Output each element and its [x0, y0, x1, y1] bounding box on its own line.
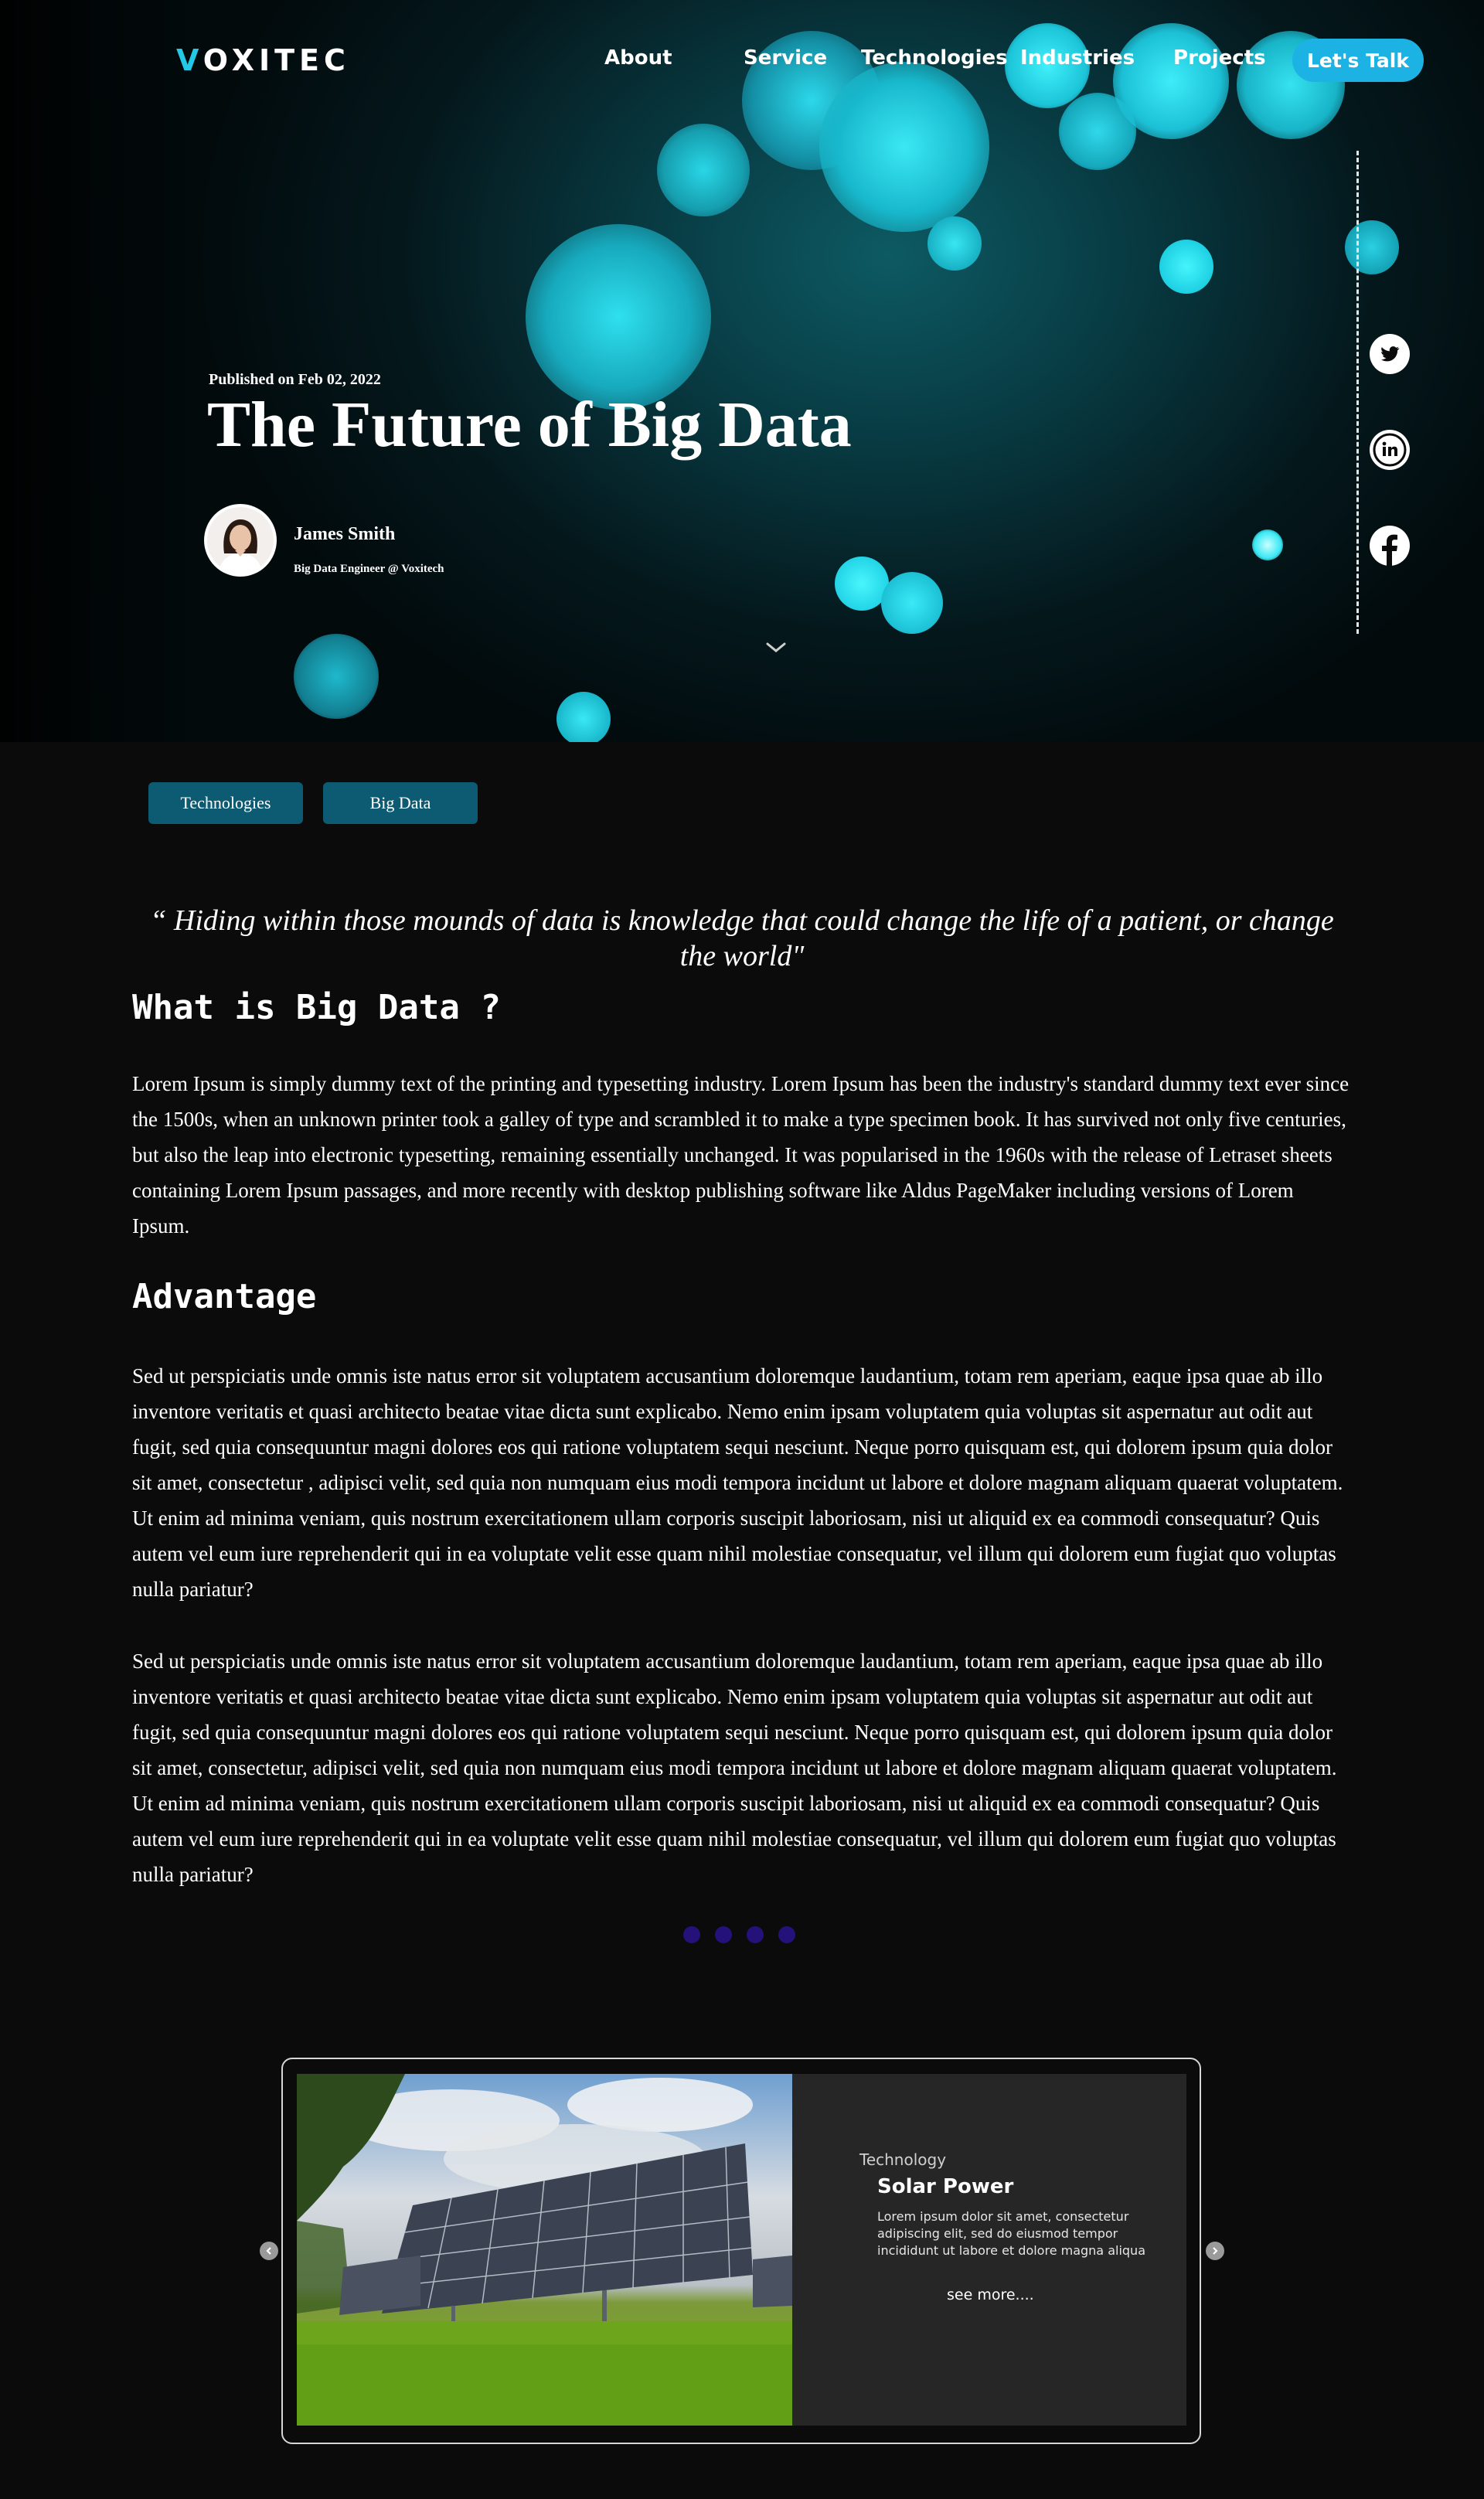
section-heading-advantage: Advantage — [132, 1277, 317, 1316]
lets-talk-button[interactable]: Let's Talk — [1292, 39, 1424, 82]
slide-image-solar-panels[interactable] — [297, 2074, 792, 2426]
chevron-left-icon — [266, 2247, 271, 2255]
dot-indicator[interactable] — [747, 1926, 764, 1943]
hero-section: VOXITEC About Service Technologies Indus… — [0, 0, 1484, 742]
scroll-down-chevron-icon[interactable] — [765, 642, 787, 654]
carousel-next-button[interactable] — [1206, 2242, 1224, 2260]
author-avatar[interactable] — [207, 507, 274, 574]
solar-panel-image — [297, 2074, 792, 2426]
nav-link-about[interactable]: About — [604, 46, 672, 70]
dot-indicator[interactable] — [683, 1926, 700, 1943]
author-role: Big Data Engineer @ Voxitech — [294, 563, 444, 575]
slide-category: Technology — [859, 2150, 947, 2169]
avatar-portrait-icon — [207, 507, 274, 574]
author-name[interactable]: James Smith — [294, 524, 395, 545]
nav-link-industries[interactable]: Industries — [1020, 46, 1135, 70]
linkedin-icon — [1370, 430, 1410, 470]
dot-indicator[interactable] — [778, 1926, 795, 1943]
carousel-prev-button[interactable] — [260, 2242, 278, 2260]
paragraph-advantage-1: Sed ut perspiciatis unde omnis iste natu… — [132, 1364, 1343, 1601]
facebook-link[interactable] — [1370, 526, 1410, 566]
bokeh-light — [819, 62, 989, 232]
bokeh-light — [881, 572, 943, 634]
bokeh-light — [1345, 220, 1399, 274]
slide-description: Lorem ipsum dolor sit amet, consectetur … — [877, 2209, 1145, 2258]
dot-indicator[interactable] — [715, 1926, 732, 1943]
bokeh-light — [657, 124, 750, 216]
bokeh-light — [556, 692, 611, 742]
nav-link-projects[interactable]: Projects — [1173, 46, 1266, 70]
hero-left-shade — [0, 0, 201, 742]
nav-link-technologies[interactable]: Technologies — [861, 46, 1008, 70]
article-title: The Future of Big Data — [207, 389, 852, 461]
bokeh-light — [1252, 529, 1283, 560]
main-nav: About Service Technologies Industries Pr… — [0, 46, 1484, 77]
bokeh-light — [1159, 240, 1213, 294]
slide-title: Solar Power — [877, 2175, 1014, 2198]
chevron-right-icon — [1213, 2247, 1218, 2255]
paragraph-advantage-2: Sed ut perspiciatis unde omnis iste natu… — [132, 1650, 1337, 1886]
tag-big-data[interactable]: Big Data — [323, 782, 478, 824]
linkedin-link[interactable] — [1370, 430, 1410, 470]
bokeh-light — [1113, 23, 1229, 139]
facebook-icon — [1370, 526, 1410, 566]
bokeh-light — [294, 634, 379, 719]
paragraph-what-is: Lorem Ipsum is simply dummy text of the … — [132, 1072, 1350, 1238]
bokeh-light — [928, 216, 982, 271]
twitter-link[interactable] — [1370, 334, 1410, 374]
see-more-link[interactable]: see more.... — [947, 2286, 1034, 2303]
nav-link-service[interactable]: Service — [744, 46, 827, 70]
social-divider — [1356, 151, 1359, 634]
section-heading-what-is: What is Big Data ? — [132, 988, 501, 1027]
twitter-icon — [1370, 334, 1410, 374]
tag-technologies[interactable]: Technologies — [148, 782, 303, 824]
pull-quote: “ Hiding within those mounds of data is … — [150, 904, 1334, 972]
bokeh-light — [526, 224, 711, 410]
